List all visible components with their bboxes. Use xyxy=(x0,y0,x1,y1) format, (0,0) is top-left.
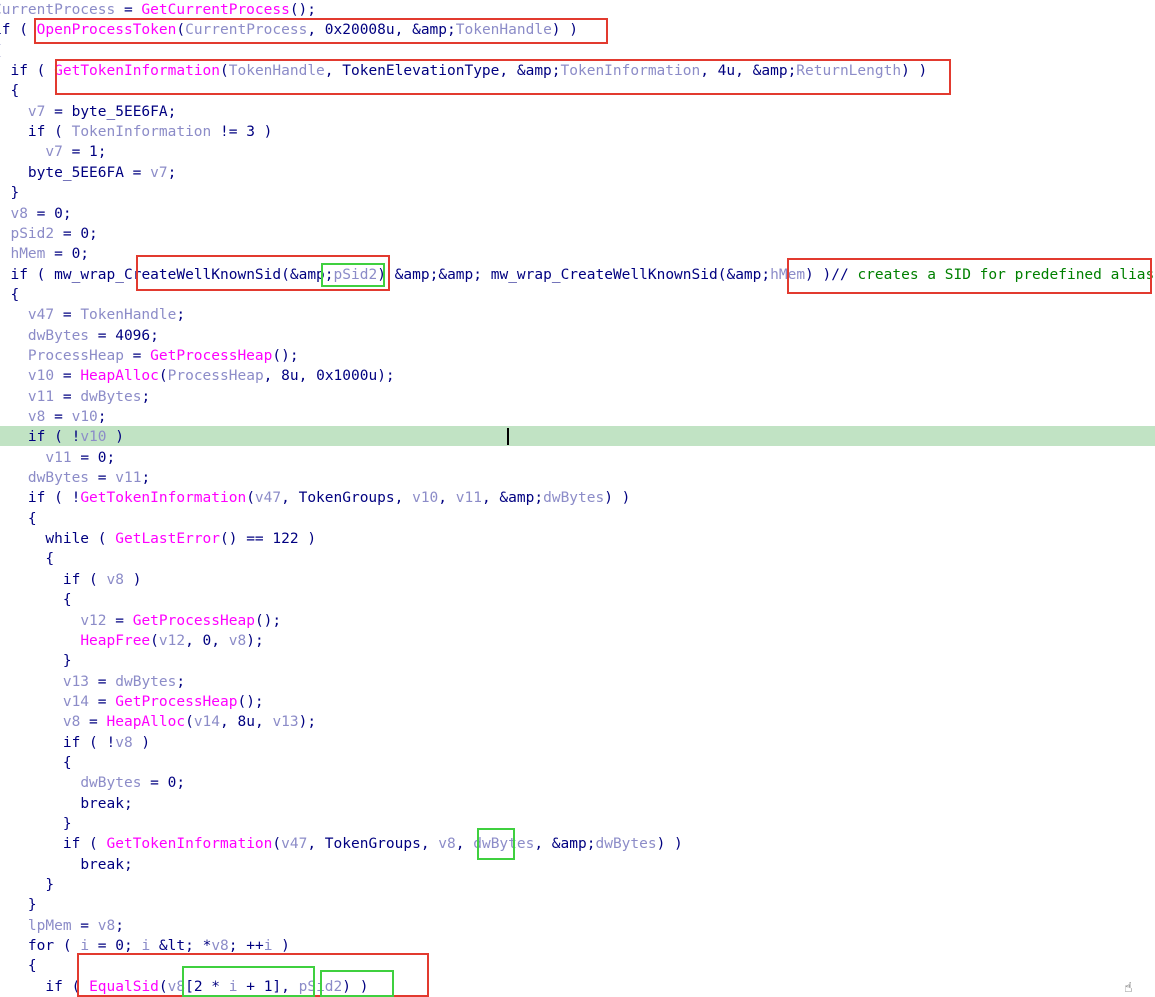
code-line[interactable]: CurrentProcess = GetCurrentProcess(); xyxy=(0,0,316,20)
code-line[interactable]: byte_5EE6FA = v7; xyxy=(0,163,176,183)
code-line[interactable]: dwBytes = 0; xyxy=(0,773,185,793)
code-line[interactable]: if ( !GetTokenInformation(v47, TokenGrou… xyxy=(0,488,631,508)
code-line[interactable]: { xyxy=(0,590,72,610)
code-line[interactable]: dwBytes = v11; xyxy=(0,468,150,488)
hand-cursor-icon: ☝ xyxy=(1124,980,1133,996)
code-line[interactable]: { xyxy=(0,509,37,529)
annotation-comment xyxy=(787,258,1152,294)
code-line[interactable]: hMem = 0; xyxy=(0,244,89,264)
code-line[interactable]: v11 = dwBytes; xyxy=(0,387,150,407)
code-line[interactable]: break; xyxy=(0,855,132,875)
code-line[interactable]: lpMem = v8; xyxy=(0,916,124,936)
code-line[interactable]: HeapFree(v12, 0, v8); xyxy=(0,631,263,651)
code-line[interactable]: { xyxy=(0,549,54,569)
code-line[interactable]: if ( TokenInformation != 3 ) xyxy=(0,122,272,142)
code-line[interactable]: pSid2 = 0; xyxy=(0,224,97,244)
code-line[interactable]: } xyxy=(0,875,54,895)
code-line[interactable]: v8 = HeapAlloc(v14, 8u, v13); xyxy=(0,712,316,732)
code-line[interactable]: if ( !v10 ) xyxy=(0,427,124,447)
annotation-v8-arg xyxy=(477,828,515,860)
annotation-v8-index-arg xyxy=(182,966,315,997)
code-line[interactable]: if ( GetTokenInformation(v47, TokenGroup… xyxy=(0,834,683,854)
code-line[interactable]: { xyxy=(0,753,72,773)
code-line[interactable]: { xyxy=(0,285,19,305)
code-line[interactable]: v47 = TokenHandle; xyxy=(0,305,185,325)
code-line[interactable]: v12 = GetProcessHeap(); xyxy=(0,611,281,631)
code-line[interactable]: if ( !v8 ) xyxy=(0,733,150,753)
annotation-gettokeninformation xyxy=(55,59,951,95)
code-line[interactable]: } xyxy=(0,895,37,915)
code-line[interactable]: } xyxy=(0,183,19,203)
current-line-highlight xyxy=(0,426,1155,446)
code-line[interactable]: v11 = 0; xyxy=(0,448,115,468)
code-line[interactable]: v8 = 0; xyxy=(0,204,71,224)
code-line[interactable]: v7 = 1; xyxy=(0,142,106,162)
code-line[interactable]: dwBytes = 4096; xyxy=(0,326,159,346)
code-line[interactable]: { xyxy=(0,956,37,976)
code-line[interactable]: { xyxy=(0,81,19,101)
code-line[interactable]: v8 = v10; xyxy=(0,407,107,427)
annotation-psid2-arg xyxy=(321,263,385,287)
code-line[interactable]: break; xyxy=(0,794,132,814)
code-line[interactable]: if ( v8 ) xyxy=(0,570,142,590)
code-line[interactable]: } xyxy=(0,814,72,834)
code-view[interactable]: CurrentProcess = GetCurrentProcess(); if … xyxy=(0,0,1155,997)
annotation-openprocesstoken xyxy=(34,18,608,44)
code-line[interactable]: while ( GetLastError() == 122 ) xyxy=(0,529,316,549)
code-line[interactable]: ProcessHeap = GetProcessHeap(); xyxy=(0,346,299,366)
code-line[interactable]: v10 = HeapAlloc(ProcessHeap, 8u, 0x1000u… xyxy=(0,366,395,386)
code-line[interactable]: { xyxy=(0,41,2,61)
text-caret xyxy=(507,428,509,445)
code-line[interactable]: v7 = byte_5EE6FA; xyxy=(0,102,176,122)
annotation-psid2-equalsid-arg xyxy=(320,970,394,997)
code-line[interactable]: v14 = GetProcessHeap(); xyxy=(0,692,264,712)
code-line[interactable]: v13 = dwBytes; xyxy=(0,672,185,692)
code-line[interactable]: } xyxy=(0,651,72,671)
